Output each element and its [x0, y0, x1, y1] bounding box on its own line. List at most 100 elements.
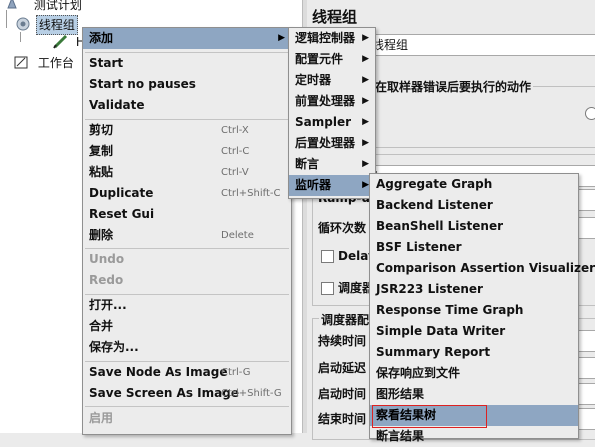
- menu-item-label: 定时器: [295, 73, 332, 87]
- listener-item-bsf-listener[interactable]: BSF Listener: [370, 237, 578, 258]
- on-error-radio[interactable]: [585, 107, 595, 120]
- menu-item-label: Simple Data Writer: [376, 324, 506, 338]
- submenu-item-assertion[interactable]: 断言 ▶: [289, 154, 375, 175]
- listener-item-jsr223-listener[interactable]: JSR223 Listener: [370, 279, 578, 300]
- tree-item-label: 线程组: [35, 15, 78, 35]
- menu-item-label: 监听器: [295, 178, 332, 192]
- menu-item-label: Backend Listener: [376, 198, 493, 212]
- loop-count-label: 循环次数: [318, 221, 367, 235]
- menu-item-shortcut: Ctrl+Shift-C: [221, 188, 281, 199]
- menu-item-label: 配置元件: [295, 52, 344, 66]
- tree-item-workbench[interactable]: 工作台: [14, 54, 74, 72]
- delay-checkbox[interactable]: [321, 250, 334, 263]
- add-submenu: 逻辑控制器 ▶ 配置元件 ▶ 定时器 ▶ 前置处理器 ▶ Sampler ▶ 后置处理器 ▶…: [288, 27, 376, 199]
- listener-item-save-responses-to-file[interactable]: 保存响应到文件: [370, 363, 578, 384]
- menu-item-label: Start: [89, 56, 124, 70]
- menu-item-cut[interactable]: 剪切 Ctrl-X: [83, 120, 291, 141]
- menu-item-enable[interactable]: 启用: [83, 408, 291, 429]
- submenu-arrow-icon: ▶: [362, 33, 369, 43]
- menu-item-redo[interactable]: Redo: [83, 270, 291, 291]
- listener-item-summary-report[interactable]: Summary Report: [370, 342, 578, 363]
- tree-item-test-plan[interactable]: 测试计划: [6, 0, 82, 14]
- duration-label: 持续时间: [318, 334, 367, 348]
- menu-item-label: Sampler: [295, 115, 352, 129]
- menu-item-shortcut: Ctrl-C: [221, 146, 250, 157]
- menu-item-save-as[interactable]: 保存为...: [83, 337, 291, 358]
- thread-group-icon: [14, 16, 32, 32]
- menu-item-start-no-pauses[interactable]: Start no pauses: [83, 74, 291, 95]
- tree-item-label: 测试计划: [33, 0, 82, 12]
- listener-item-comparison-assertion-visualizer[interactable]: Comparison Assertion Visualizer: [370, 258, 595, 279]
- menu-item-label: JSR223 Listener: [376, 282, 483, 296]
- menu-item-label: Validate: [89, 98, 145, 112]
- menu-item-label: 逻辑控制器: [295, 31, 356, 45]
- submenu-item-config-element[interactable]: 配置元件 ▶: [289, 49, 375, 70]
- menu-item-save-screen-as-image[interactable]: Save Screen As Image Ctrl+Shift-G: [83, 383, 291, 404]
- menu-item-label: 后置处理器: [295, 136, 356, 150]
- name-field[interactable]: 线程组: [367, 34, 595, 56]
- menu-item-label: Summary Report: [376, 345, 491, 359]
- submenu-item-timer[interactable]: 定时器 ▶: [289, 70, 375, 91]
- menu-item-paste[interactable]: 粘贴 Ctrl-V: [83, 162, 291, 183]
- menu-item-reset-gui[interactable]: Reset Gui: [83, 204, 291, 225]
- submenu-arrow-icon: ▶: [362, 138, 369, 148]
- listener-item-aggregate-graph[interactable]: Aggregate Graph: [370, 174, 578, 195]
- scheduler-checkbox-row[interactable]: 调度器: [321, 279, 374, 296]
- menu-item-delete[interactable]: 删除 Delete: [83, 225, 291, 246]
- listener-item-response-time-graph[interactable]: Response Time Graph: [370, 300, 578, 321]
- scheduler-checkbox[interactable]: [321, 282, 334, 295]
- menu-item-shortcut: Ctrl-G: [221, 367, 251, 378]
- menu-item-label: 图形结果: [376, 387, 425, 401]
- menu-item-label: 启用: [89, 411, 114, 425]
- submenu-arrow-icon: ▶: [362, 117, 369, 127]
- menu-item-label: Redo: [89, 273, 124, 287]
- menu-item-label: Save Screen As Image: [89, 386, 239, 400]
- menu-item-add[interactable]: 添加 ▶: [83, 28, 291, 49]
- menu-item-label: 删除: [89, 228, 114, 242]
- menu-item-label: Response Time Graph: [376, 303, 524, 317]
- listener-item-assertion-results[interactable]: 断言结果: [370, 426, 578, 447]
- submenu-item-sampler[interactable]: Sampler ▶: [289, 112, 375, 133]
- menu-item-label: 添加: [89, 31, 114, 45]
- menu-item-open[interactable]: 打开...: [83, 295, 291, 316]
- menu-item-undo[interactable]: Undo: [83, 249, 291, 270]
- menu-item-label: Aggregate Graph: [376, 177, 493, 191]
- submenu-item-post-processor[interactable]: 后置处理器 ▶: [289, 133, 375, 154]
- listener-submenu: Aggregate Graph Backend Listener BeanShe…: [369, 173, 595, 443]
- listener-item-backend-listener[interactable]: Backend Listener: [370, 195, 578, 216]
- test-plan-icon: [6, 0, 18, 10]
- menu-item-copy[interactable]: 复制 Ctrl-C: [83, 141, 291, 162]
- menu-item-save-node-as-image[interactable]: Save Node As Image Ctrl-G: [83, 362, 291, 383]
- delay-checkbox-row[interactable]: Delay: [321, 249, 376, 263]
- menu-item-label: 断言结果: [376, 429, 425, 443]
- menu-item-label: 断言: [295, 157, 320, 171]
- end-time-label: 结束时间: [318, 412, 367, 426]
- menu-item-label: 复制: [89, 144, 114, 158]
- menu-item-label: Save Node As Image: [89, 365, 228, 379]
- tree-item-http-sampler[interactable]: H: [52, 33, 85, 51]
- workbench-icon: [14, 54, 30, 70]
- submenu-arrow-icon: ▶: [278, 33, 285, 43]
- submenu-arrow-icon: ▶: [362, 159, 369, 169]
- startup-delay-label: 启动延迟: [318, 361, 367, 375]
- menu-item-merge[interactable]: 合并: [83, 316, 291, 337]
- menu-item-duplicate[interactable]: Duplicate Ctrl+Shift-C: [83, 183, 291, 204]
- listener-item-simple-data-writer[interactable]: Simple Data Writer: [370, 321, 578, 342]
- menu-item-label: BSF Listener: [376, 240, 462, 254]
- menu-item-label: 粘贴: [89, 165, 114, 179]
- name-field-value: 线程组: [372, 38, 409, 52]
- submenu-arrow-icon: ▶: [362, 180, 369, 190]
- menu-item-validate[interactable]: Validate: [83, 95, 291, 116]
- submenu-item-listener[interactable]: 监听器 ▶: [289, 175, 375, 196]
- listener-item-graph-results[interactable]: 图形结果: [370, 384, 578, 405]
- menu-item-shortcut: Ctrl-V: [221, 167, 249, 178]
- menu-separator: [85, 406, 289, 407]
- listener-item-beanshell-listener[interactable]: BeanShell Listener: [370, 216, 578, 237]
- menu-item-label: 保存响应到文件: [376, 366, 461, 380]
- tree-item-thread-group[interactable]: 线程组: [14, 15, 78, 35]
- menu-item-label: Undo: [89, 252, 125, 266]
- menu-item-start[interactable]: Start: [83, 53, 291, 74]
- submenu-item-logic-controller[interactable]: 逻辑控制器 ▶: [289, 28, 375, 49]
- submenu-item-pre-processor[interactable]: 前置处理器 ▶: [289, 91, 375, 112]
- on-error-label: 在取样器错误后要执行的动作: [373, 78, 534, 95]
